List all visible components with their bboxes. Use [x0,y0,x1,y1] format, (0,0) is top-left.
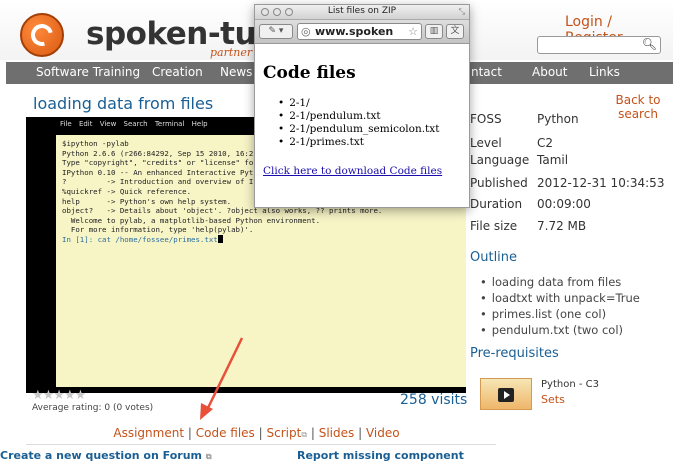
info-key: FOSS [470,112,502,126]
info-value: 00:09:00 [537,197,591,211]
info-key: Duration [470,197,523,211]
separator: | [358,426,363,440]
list-item: 2-1/ [278,97,439,110]
arrow-head [200,403,213,420]
nav-links[interactable]: Links [589,65,620,79]
translate-button[interactable]: 文 [446,24,464,39]
list-item: pendulum.txt (two col) [480,322,640,338]
terminal-prompt: In [1]: cat /home/fossee/primes.txt [62,234,218,244]
script-link[interactable]: Script [267,426,302,440]
prerequisite-title[interactable]: Python - C3 [541,379,599,390]
terminal-line: For more information, type 'help(pylab)'… [62,225,254,235]
separator: | [310,426,315,440]
code-files-link[interactable]: Code files [196,426,255,440]
popup-titlebar[interactable]: List files on ZIP ⤡ [255,5,469,20]
slides-link[interactable]: Slides [319,426,355,440]
assignment-link[interactable]: Assignment [113,426,184,440]
info-key: Published [470,176,528,190]
forum-question-link[interactable]: Create a new question on Forum ⧉ [0,449,212,462]
list-item: loadtxt with unpack=True [480,290,640,306]
rating-text: Average rating: 0 (0 votes) [32,403,154,413]
list-item: loading data from files [480,274,640,290]
search-icon[interactable]: 🔍︎ [642,37,657,51]
external-link-icon: ⧉ [301,430,308,439]
outline-title: Outline [470,250,518,265]
list-files-popup: List files on ZIP ⤡ ✎ ▾ ◎ www.spoken ☆ ▥… [254,4,470,208]
terminal-cursor [217,234,223,243]
info-value: 7.72 MB [537,219,587,233]
nav-about[interactable]: About [532,65,567,79]
nav-creation[interactable]: Creation [152,65,203,79]
url-text: www.spoken [315,25,394,38]
prerequisites-title: Pre-requisites [470,346,559,361]
info-key: Language [470,153,530,167]
nav-software-training[interactable]: Software Training [36,65,140,79]
back-to-search-link[interactable]: Back to search [610,93,666,121]
list-item: 2-1/primes.txt [278,136,439,149]
list-item: 2-1/pendulum.txt [278,110,439,123]
forum-question-label: Create a new question on Forum [0,449,202,462]
popup-heading: Code files [263,63,356,83]
info-value: C2 [537,136,554,150]
info-value: Python [537,112,579,126]
play-icon [498,388,514,402]
list-item: primes.list (one col) [480,306,640,322]
divider [26,444,496,445]
download-code-files-link[interactable]: Click here to download Code files [263,165,442,177]
resize-icon[interactable]: ⤡ [459,7,465,17]
page: spoken-tuto partner w Login / Register 🔍… [0,0,673,466]
terminal-line: Welcome to pylab, a matplotlib-based Pyt… [62,215,321,225]
search-input[interactable]: 🔍︎ [537,36,661,54]
info-key: File size [470,219,518,233]
popup-title: List files on ZIP [327,6,397,16]
video-link[interactable]: Video [366,426,400,440]
report-missing-link[interactable]: Report missing component [297,449,464,462]
logo-icon[interactable] [20,13,64,57]
visit-count: 258 visits [400,392,468,408]
logo-swirl [26,19,58,51]
list-item: 2-1/pendulum_semicolon.txt [278,123,439,136]
separator: | [258,426,263,440]
popup-toolbar: ✎ ▾ ◎ www.spoken ☆ ▥ 文 [255,20,469,44]
resource-links: Assignment | Code files | Script⧉ | Slid… [0,426,513,440]
info-value: Tamil [537,153,569,167]
prerequisite-link[interactable]: Sets [541,393,565,406]
file-list: 2-1/ 2-1/pendulum.txt 2-1/pendulum_semic… [278,97,439,149]
separator: | [187,426,192,440]
info-key: Level [470,136,502,150]
bookmarks-button[interactable]: ▥ [425,24,443,39]
external-link-icon: ⧉ [205,452,212,461]
rating-stars[interactable]: ★★★★★ [32,388,86,403]
bookmark-star-icon[interactable]: ☆ [408,25,418,38]
page-title: loading data from files [33,94,214,113]
info-value: 2012-12-31 10:34:53 [537,176,665,190]
nav-contact[interactable]: ntact [471,65,502,79]
outline-list: loading data from files loadtxt with unp… [480,274,640,338]
prerequisite-thumbnail[interactable] [480,378,532,410]
url-bar[interactable]: ◎ www.spoken ☆ [297,23,422,40]
globe-icon: ◎ [301,25,311,38]
pencil-dropdown-button[interactable]: ✎ ▾ [259,24,293,39]
terminal-prompt-line: In [1]: cat /home/fossee/primes.txt [62,234,460,245]
